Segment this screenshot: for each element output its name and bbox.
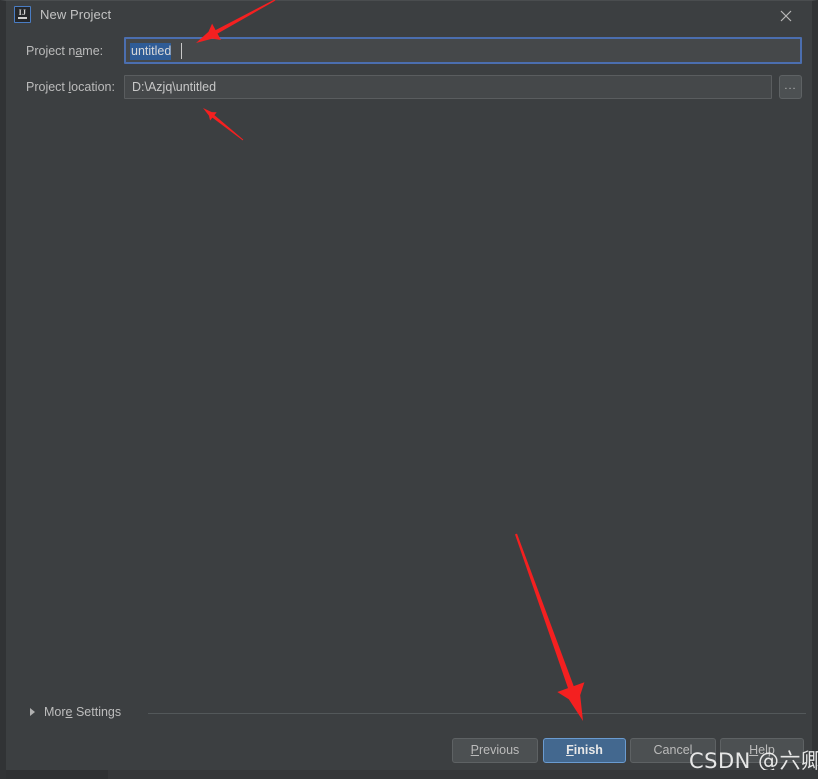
project-location-label-prefix: Project — [26, 80, 69, 94]
text-caret — [181, 43, 182, 59]
help-button-label: elp — [758, 743, 775, 757]
project-location-input[interactable]: D:\Azjq\untitled — [124, 75, 772, 99]
project-name-input-value: untitled — [130, 43, 172, 60]
finish-button[interactable]: Finish — [543, 738, 626, 763]
ellipsis-icon: ... — [784, 80, 797, 92]
help-button[interactable]: Help — [720, 738, 804, 763]
app-icon-text: IJ — [18, 8, 27, 17]
project-location-label-suffix: ocation: — [71, 80, 115, 94]
close-icon-glyph — [780, 10, 792, 22]
more-settings-label-prefix: Mor — [44, 705, 66, 719]
dialog-title-bar: IJ New Project — [6, 1, 812, 30]
window-title: New Project — [40, 7, 112, 22]
window-bottom-edge-inner — [6, 770, 108, 779]
new-project-dialog: IJ New Project Project name: untitled Pr… — [0, 0, 818, 779]
more-settings-label-suffix: Settings — [72, 705, 122, 719]
window-bottom-edge — [6, 770, 818, 779]
project-name-label-prefix: Project n — [26, 44, 76, 58]
previous-button-mnemonic: P — [470, 743, 480, 757]
close-icon[interactable] — [774, 4, 798, 28]
triangle-right-icon — [30, 708, 35, 716]
project-location-label: Project location: — [26, 80, 115, 94]
section-divider — [148, 713, 806, 714]
help-button-mnemonic: H — [749, 743, 759, 757]
cancel-button[interactable]: Cancel — [630, 738, 716, 763]
browse-location-button[interactable]: ... — [779, 75, 802, 99]
project-name-input[interactable]: untitled — [124, 37, 802, 64]
finish-button-label: inish — [573, 743, 603, 757]
app-icon-underline — [18, 17, 27, 19]
project-name-label-suffix: me: — [82, 44, 104, 58]
previous-button-label: revious — [479, 743, 520, 757]
more-settings-toggle[interactable]: More Settings — [26, 703, 806, 723]
previous-button[interactable]: Previous — [452, 738, 538, 763]
intellij-idea-icon: IJ — [14, 6, 31, 23]
project-location-input-value: D:\Azjq\untitled — [132, 80, 217, 94]
more-settings-label: More Settings — [44, 705, 121, 719]
finish-button-mnemonic: F — [566, 743, 574, 757]
project-name-label: Project name: — [26, 44, 103, 58]
